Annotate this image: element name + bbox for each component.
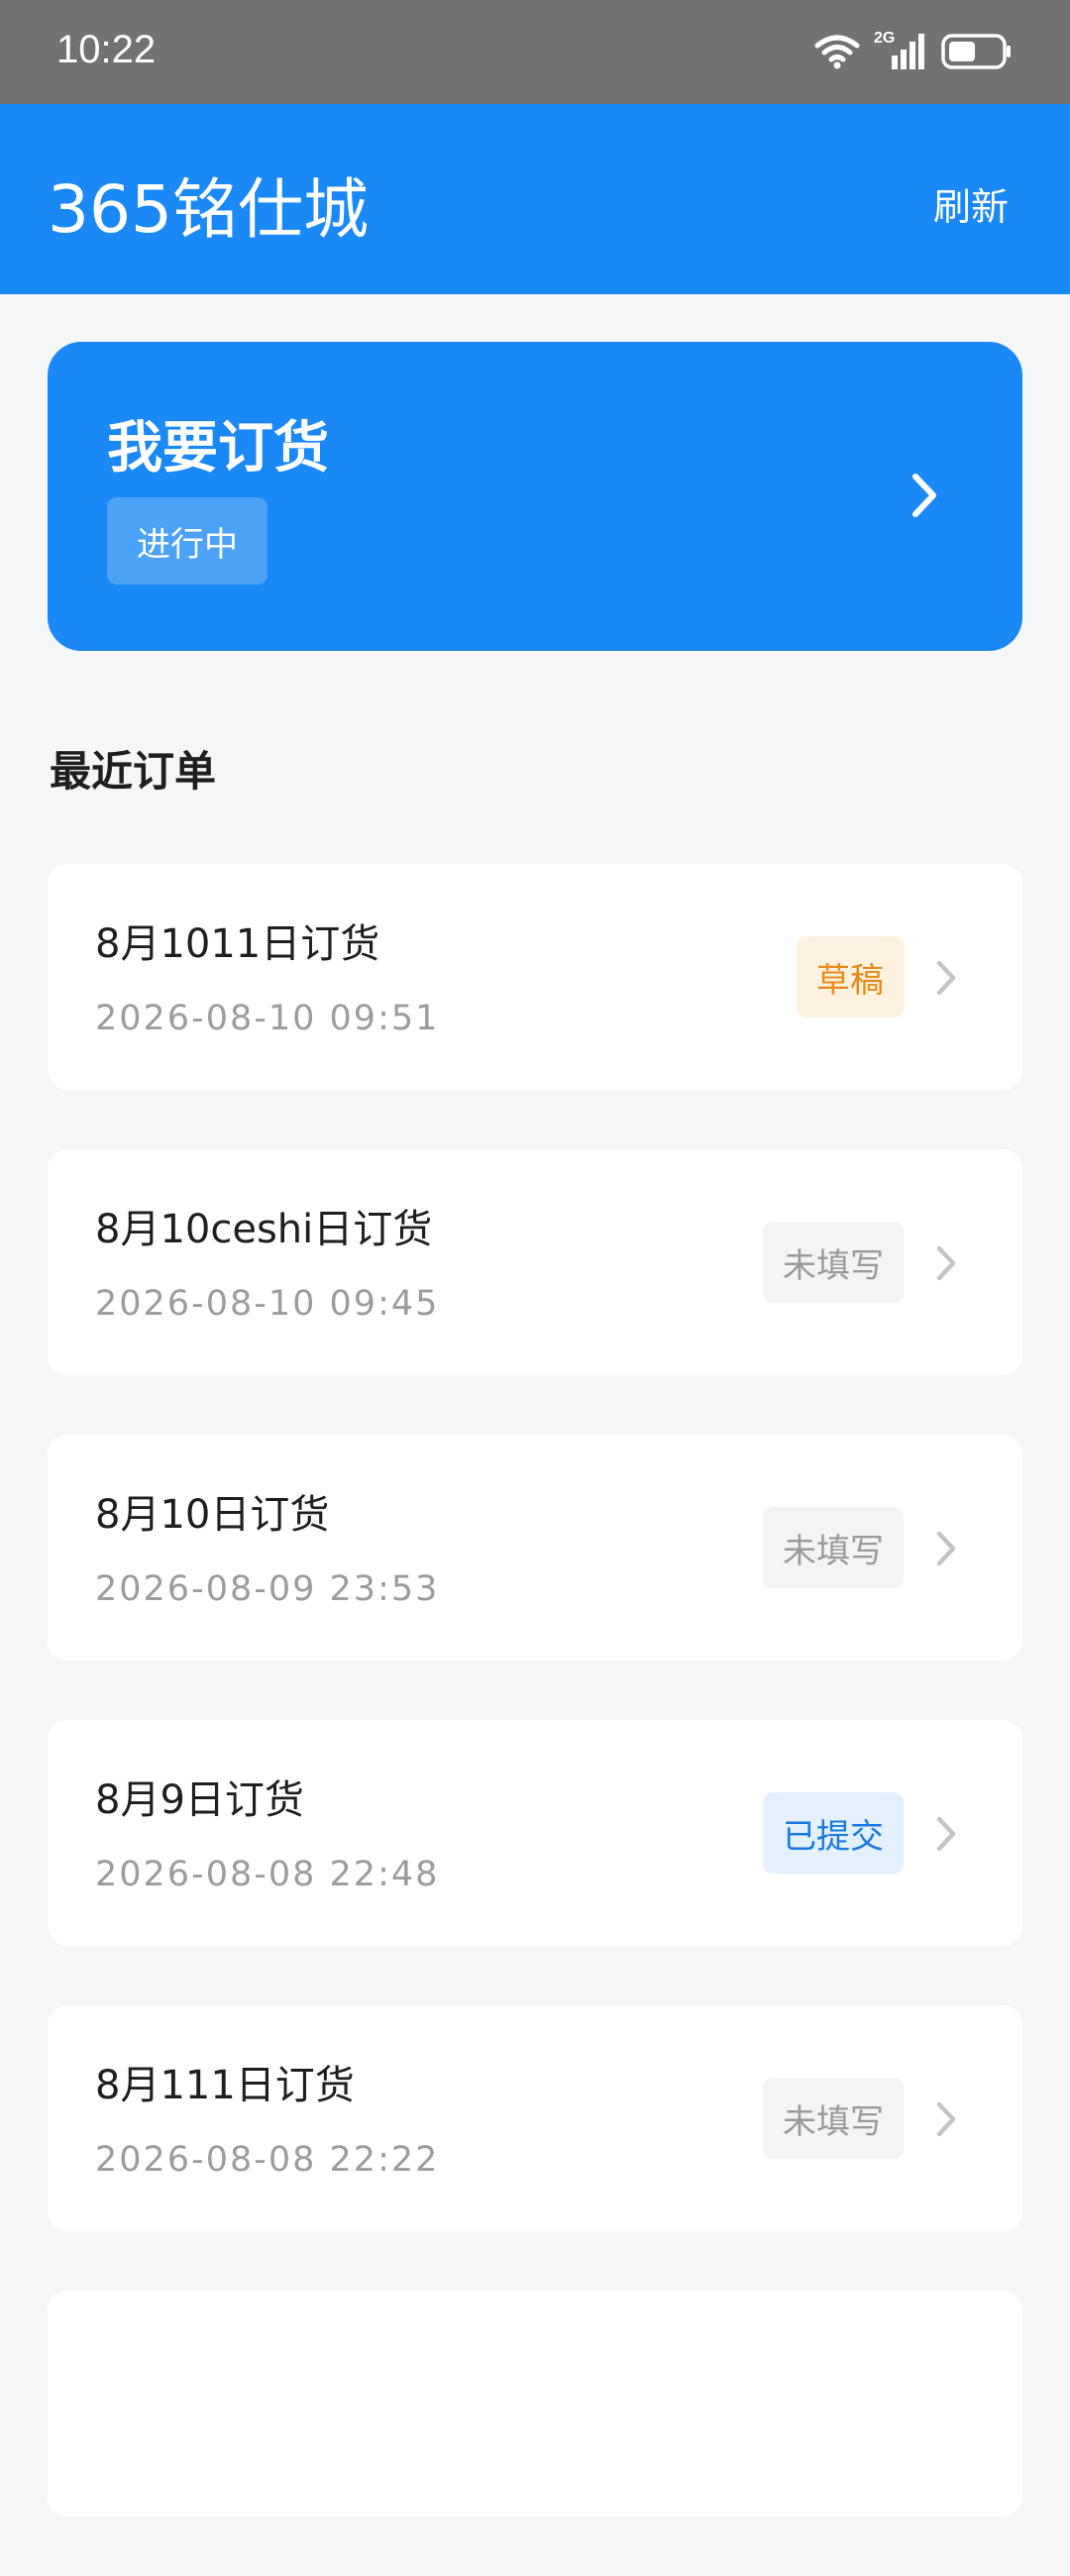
order-row[interactable]: 8月1011日订货 2026-08-10 09:51 草稿 <box>48 864 1022 1090</box>
status-badge: 未填写 <box>763 2078 904 2159</box>
recent-orders-list: 8月1011日订货 2026-08-10 09:51 草稿 8月10ceshi日… <box>48 864 1022 2576</box>
order-title: 8月10日订货 <box>95 1492 330 1538</box>
refresh-button[interactable]: 刷新 <box>933 176 1009 231</box>
chevron-right-icon <box>936 1245 956 1281</box>
chevron-right-icon <box>936 1816 956 1852</box>
status-time: 10:22 <box>56 28 157 71</box>
battery-icon <box>941 34 1011 69</box>
order-title: 8月1011日订货 <box>95 921 380 967</box>
app-title: 365铭仕城 <box>48 171 369 248</box>
in-progress-badge: 进行中 <box>107 497 268 585</box>
status-icons: 2G <box>814 30 1013 73</box>
chevron-right-icon <box>936 1531 956 1566</box>
chevron-right-icon <box>936 2101 956 2137</box>
order-row[interactable]: 8月10ceshi日订货 2026-08-10 09:45 未填写 <box>48 1149 1022 1375</box>
place-order-title: 我要订货 <box>107 416 329 481</box>
order-row[interactable] <box>48 2291 1022 2517</box>
status-badge: 未填写 <box>763 1222 904 1303</box>
chevron-right-icon <box>936 960 956 996</box>
cellular-signal-icon: 2G <box>874 30 927 71</box>
chevron-right-icon <box>912 474 936 517</box>
order-time: 2026-08-10 09:45 <box>95 1284 440 1324</box>
order-row[interactable]: 8月9日订货 2026-08-08 22:48 已提交 <box>48 1720 1022 1946</box>
app-bar: 365铭仕城 刷新 <box>0 104 1070 294</box>
order-title: 8月10ceshi日订货 <box>95 1207 433 1252</box>
wifi-icon <box>814 35 860 69</box>
order-row[interactable]: 8月10日订货 2026-08-09 23:53 未填写 <box>48 1435 1022 1661</box>
order-row[interactable]: 8月111日订货 2026-08-08 22:22 未填写 <box>48 2005 1022 2231</box>
order-title: 8月111日订货 <box>95 2063 355 2108</box>
place-order-card[interactable]: 我要订货 进行中 <box>48 342 1022 651</box>
order-time: 2026-08-08 22:22 <box>95 2140 440 2180</box>
status-badge: 未填写 <box>763 1507 904 1588</box>
order-time: 2026-08-09 23:53 <box>95 1569 440 1609</box>
order-time: 2026-08-08 22:48 <box>95 1855 440 1894</box>
order-title: 8月9日订货 <box>95 1777 304 1823</box>
recent-orders-heading: 最近订单 <box>50 747 217 796</box>
status-badge: 已提交 <box>763 1792 904 1874</box>
status-bar: 10:22 2G <box>0 0 1070 104</box>
status-badge: 草稿 <box>797 936 904 1018</box>
order-time: 2026-08-10 09:51 <box>95 999 440 1038</box>
